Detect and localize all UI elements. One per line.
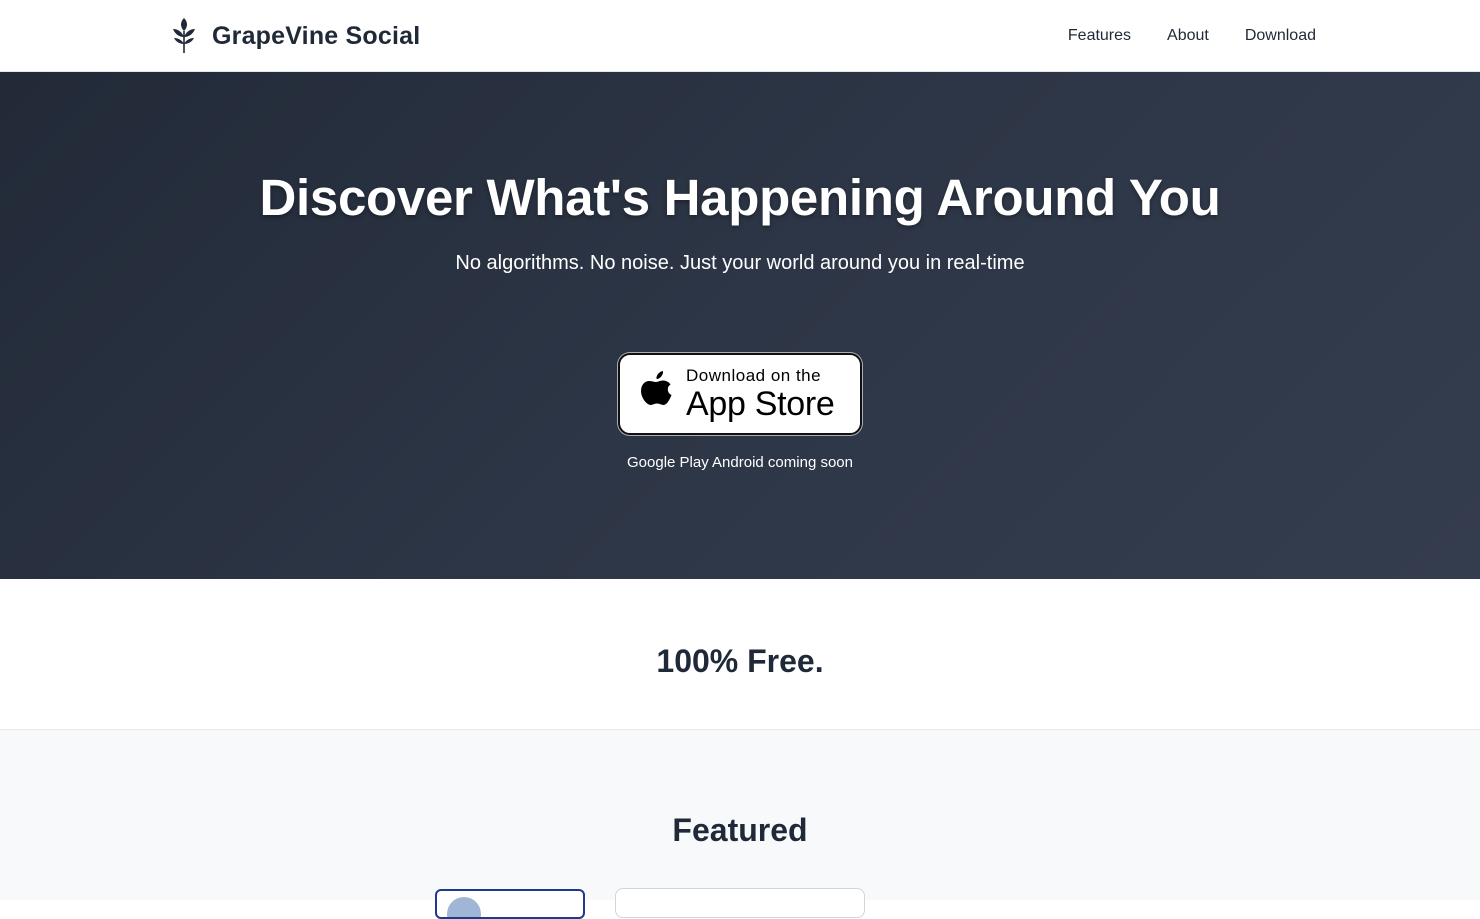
- hero-section: Discover What's Happening Around You No …: [0, 72, 1480, 579]
- nav-link-features[interactable]: Features: [1068, 27, 1131, 45]
- free-section: 100% Free.: [0, 579, 1480, 730]
- featured-section: Featured: [0, 730, 1480, 919]
- app-store-button[interactable]: Download on the App Store: [618, 353, 862, 435]
- site-header: GrapeVine Social Features About Download: [0, 0, 1480, 72]
- featured-title: Featured: [672, 812, 808, 848]
- free-title: 100% Free.: [656, 643, 824, 679]
- app-store-big-label: App Store: [686, 385, 835, 423]
- featured-card[interactable]: [435, 889, 585, 919]
- main-nav: Features About Download: [1068, 0, 1316, 72]
- app-store-text: Download on the App Store: [686, 366, 835, 422]
- apple-icon: [636, 368, 676, 421]
- featured-card-logo: [447, 897, 481, 917]
- google-play-coming-soon: Google Play Android coming soon: [627, 454, 853, 471]
- nav-link-about[interactable]: About: [1167, 27, 1209, 45]
- brand-logo-link[interactable]: GrapeVine Social: [168, 16, 420, 56]
- hero-title: Discover What's Happening Around You: [259, 169, 1221, 226]
- app-store-small-label: Download on the: [686, 366, 822, 385]
- leaf-sprig-icon: [168, 16, 200, 56]
- brand-name: GrapeVine Social: [212, 21, 421, 50]
- hero-subtitle: No algorithms. No noise. Just your world…: [455, 252, 1025, 274]
- nav-link-download[interactable]: Download: [1245, 27, 1316, 45]
- featured-card[interactable]: [615, 888, 865, 918]
